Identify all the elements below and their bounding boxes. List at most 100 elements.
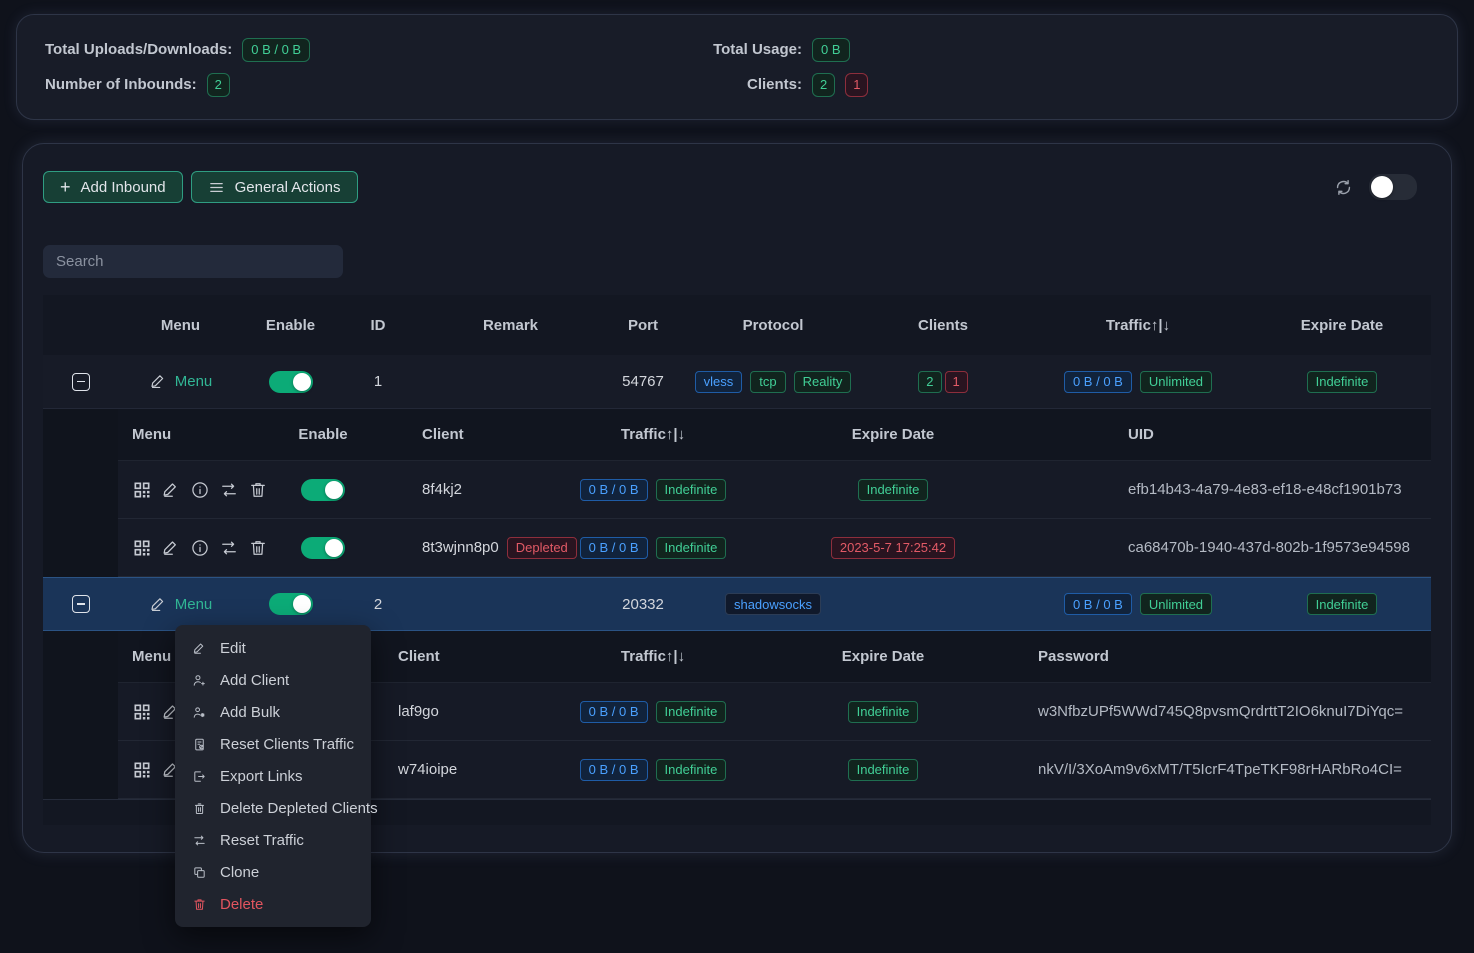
traffic-badge: 0 B / 0 B [1064,593,1132,615]
menu-item-reset-clients-traffic[interactable]: Reset Clients Traffic [175,728,371,760]
traffic-badge: 0 B / 0 B [1064,371,1132,393]
menu-item-add-bulk[interactable]: Add Bulk [175,696,371,728]
qr-code-icon[interactable] [132,538,152,558]
refresh-icon[interactable] [1334,178,1353,197]
inbound-menu-button[interactable]: Menu [149,372,213,391]
plus-icon: + [60,178,71,196]
client-name-cell: 8t3wjnn8p0 Depleted [378,537,548,559]
header-protocol: Protocol [683,317,863,334]
inbound-id: 1 [338,373,418,390]
edit-client-icon[interactable] [161,480,181,500]
header-enable: Enable [243,317,338,334]
delete-client-icon[interactable] [248,538,268,558]
reset-traffic-icon[interactable] [219,480,239,500]
enable-toggle[interactable] [301,537,345,559]
collapse-row-button[interactable] [72,373,90,391]
toggle-knob [293,373,311,391]
inbound-protocol-badges: vless tcp Reality [683,371,863,393]
menu-item-export-links[interactable]: Export Links [175,760,371,792]
client-actions [132,538,268,558]
transport-badge: tcp [750,371,785,393]
edit-icon [192,641,207,656]
inbound-menu-label: Menu [175,373,213,390]
protocol-badge: shadowsocks [725,593,821,615]
qr-code-icon[interactable] [132,480,152,500]
collapse-row-button[interactable] [72,595,90,613]
inbound-expire-cell: Indefinite [1253,593,1431,615]
info-icon[interactable] [190,480,210,500]
inbound-menu-button[interactable]: Menu [149,595,213,614]
qr-code-icon[interactable] [132,760,152,780]
reset-traffic-icon[interactable] [219,538,239,558]
delete-client-icon[interactable] [248,480,268,500]
enable-toggle[interactable] [301,479,345,501]
search-input[interactable] [43,245,343,278]
menu-item-label: Delete [220,896,263,913]
header-id: ID [338,317,418,334]
delete-icon [192,897,207,912]
header-traffic-sort[interactable]: Traffic↑|↓ [548,426,758,443]
clone-icon [192,865,207,880]
inbound-clients-badges: 2 1 [863,371,1023,393]
info-icon[interactable] [190,538,210,558]
add-inbound-button[interactable]: + Add Inbound [43,171,183,203]
subtable-gutter [43,409,118,577]
menu-item-clone[interactable]: Clone [175,856,371,888]
header-password: Password [1008,648,1431,665]
stats-right-column: Total Usage: 0 B Clients: 2 1 [706,38,868,97]
total-usage-value: 0 B [812,38,850,62]
traffic-badge: 0 B / 0 B [580,759,648,781]
number-of-inbounds-label: Number of Inbounds: [45,76,197,93]
expire-badge: Indefinite [1307,371,1378,393]
client-traffic-badges: 0 B / 0 B Indefinite [548,759,758,781]
inbound-context-menu: Edit Add Client Add Bulk Reset Clients T… [175,625,371,927]
toggle-knob [1371,176,1393,198]
menu-item-delete[interactable]: Delete [175,888,371,920]
edit-client-icon[interactable] [161,538,181,558]
quota-badge: Unlimited [1140,371,1212,393]
header-port: Port [603,317,683,334]
menu-item-label: Edit [220,640,246,657]
general-actions-label: General Actions [235,179,341,196]
client-row: 8f4kj2 0 B / 0 B Indefinite Indefinite e… [118,461,1431,519]
menu-item-label: Export Links [220,768,303,785]
qr-code-icon[interactable] [132,702,152,722]
clients-depleted-count: 1 [845,73,868,97]
general-actions-button[interactable]: General Actions [191,171,358,203]
dark-mode-toggle[interactable] [1369,174,1417,200]
toolbar-right [1334,174,1431,200]
total-usage-label: Total Usage: [706,41,802,58]
client-traffic-badges: 0 B / 0 B Indefinite [548,537,758,559]
menu-item-delete-depleted-clients[interactable]: Delete Depleted Clients [175,792,371,824]
toggle-knob [325,481,343,499]
client-actions [132,480,268,500]
edit-pencil-icon [149,595,168,614]
header-menu: Menu [118,317,243,334]
header-client: Client [378,426,548,443]
hamburger-icon [208,179,225,196]
menu-item-reset-traffic[interactable]: Reset Traffic [175,824,371,856]
header-traffic-sort[interactable]: Traffic↑|↓ [1023,317,1253,334]
inbound-traffic-badges: 0 B / 0 B Unlimited [1023,371,1253,393]
enable-toggle[interactable] [269,593,313,615]
inbound-row-1: Menu 1 54767 vless tcp Reality 2 1 0 B /… [43,355,1431,409]
header-expire-date: Expire Date [758,426,1028,443]
header-client: Client [378,648,548,665]
menu-item-edit[interactable]: Edit [175,632,371,664]
header-traffic-sort[interactable]: Traffic↑|↓ [548,648,758,665]
header-remark: Remark [418,317,603,334]
stat-total-usage: Total Usage: 0 B [706,38,868,62]
header-clients[interactable]: Clients [863,317,1023,334]
security-badge: Reality [794,371,852,393]
menu-item-label: Reset Traffic [220,832,304,849]
client-traffic-badges: 0 B / 0 B Indefinite [548,479,758,501]
quota-badge: Indefinite [656,537,727,559]
clients-table-header: Menu Enable Client Traffic↑|↓ Expire Dat… [118,409,1431,461]
stat-clients: Clients: 2 1 [706,73,868,97]
client-uid: efb14b43-4a79-4e83-ef18-e48cf1901b73 [1028,481,1431,498]
enable-toggle[interactable] [269,371,313,393]
add-inbound-label: Add Inbound [81,179,166,196]
menu-item-add-client[interactable]: Add Client [175,664,371,696]
toggle-knob [293,595,311,613]
number-of-inbounds-value: 2 [207,73,230,97]
